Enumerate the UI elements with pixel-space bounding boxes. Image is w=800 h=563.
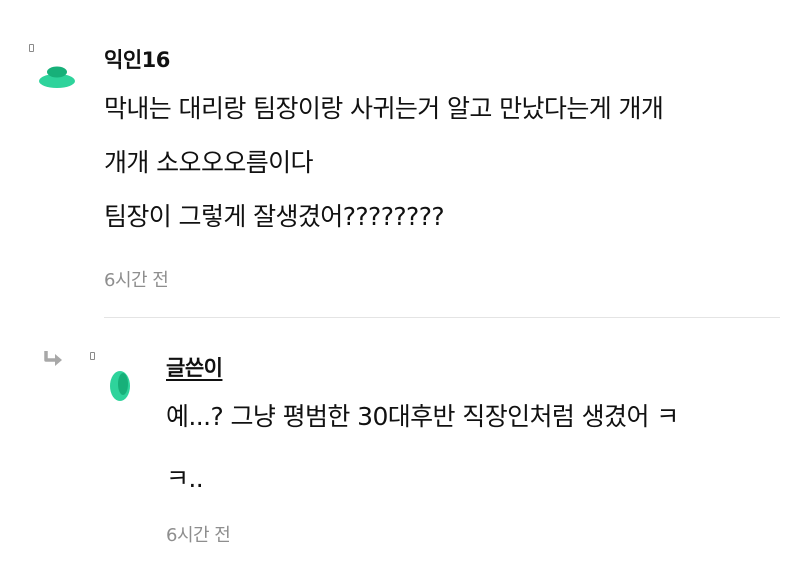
avatar-icon[interactable] <box>106 366 134 402</box>
comment-line: ㅋ.. <box>166 464 204 493</box>
comment-line: 개개 소오오오름이다 <box>104 148 314 177</box>
comment-timestamp: 6시간 전 <box>104 270 169 291</box>
avatar-icon[interactable] <box>37 64 77 90</box>
comment-author[interactable]: 글쓴이 <box>166 352 223 382</box>
reply-arrow-icon <box>42 349 64 367</box>
comment-line: 팀장이 그렇게 잘생겼어???????? <box>104 202 445 231</box>
comment-timestamp: 6시간 전 <box>166 525 231 546</box>
comment-line: 막내는 대리랑 팀장이랑 사귀는거 알고 만났다는게 개개 <box>104 94 664 123</box>
comment-divider <box>104 317 780 318</box>
comment-author[interactable]: 익인16 <box>104 44 170 74</box>
comment-line: 예...? 그냥 평범한 30대후반 직장인처럼 생겼어 ㅋ <box>166 402 679 431</box>
small-box-icon <box>29 44 34 52</box>
small-box-icon <box>90 352 95 360</box>
